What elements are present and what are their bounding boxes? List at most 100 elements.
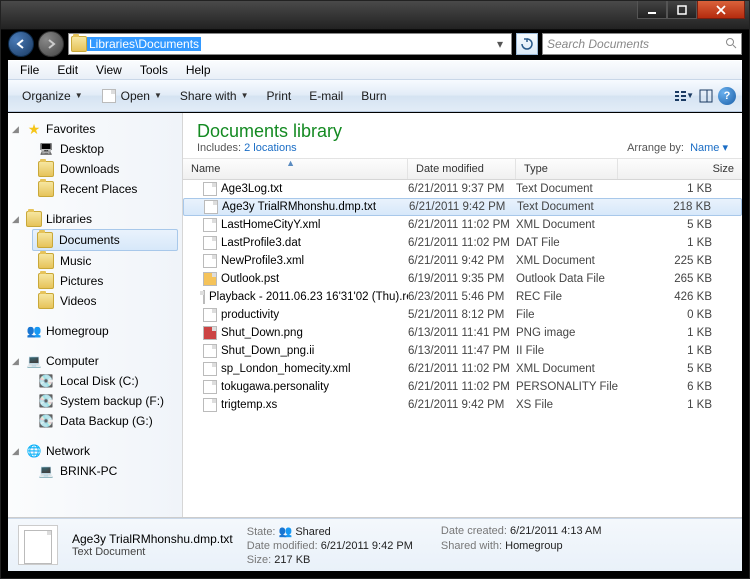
title-bar[interactable] [1,1,749,29]
col-date[interactable]: Date modified [408,159,516,179]
forward-button [38,31,64,57]
file-row[interactable]: Shut_Down.png6/13/2011 11:41 PMPNG image… [183,324,742,342]
includes-label: Includes: [197,142,241,154]
includes-link[interactable]: 2 locations [244,142,297,154]
file-row[interactable]: LastHomeCityY.xml6/21/2011 11:02 PMXML D… [183,216,742,234]
file-row[interactable]: Playback - 2011.06.23 16'31'02 (Thu).rec… [183,288,742,306]
preview-pane-button[interactable] [696,86,716,106]
file-size: 1 KB [618,399,742,411]
desktop-icon: 🖥 [38,141,54,157]
address-dropdown-icon[interactable]: ▾ [491,37,509,51]
file-name: Age3y TrialRMhonshu.dmp.txt [222,201,376,213]
search-placeholder: Search Documents [547,37,649,51]
computer-header[interactable]: ◢💻Computer [8,351,182,371]
file-row[interactable]: Shut_Down_png.ii6/13/2011 11:47 PMII Fil… [183,342,742,360]
documents-icon [37,232,53,248]
file-type: Text Document [516,183,618,195]
share-with-button[interactable]: Share with▼ [172,86,257,106]
file-type: File [516,309,618,321]
file-type: XML Document [516,255,618,267]
file-icon [203,380,217,394]
burn-button[interactable]: Burn [353,86,394,106]
search-icon [725,37,737,52]
menu-view[interactable]: View [88,61,130,79]
col-size[interactable]: Size [618,159,742,179]
network-header[interactable]: ◢🌐Network [8,441,182,461]
file-size: 1 KB [618,183,742,195]
music-icon [38,253,54,269]
sort-ascending-icon: ▲ [286,158,295,168]
file-row[interactable]: Age3y TrialRMhonshu.dmp.txt 6/21/2011 9:4… [183,198,742,216]
close-button[interactable] [697,1,745,19]
file-icon [203,326,217,340]
file-type: XS File [516,399,618,411]
file-date: 6/23/2011 5:46 PM [408,291,516,303]
nav-system-backup[interactable]: 💽System backup (F:) [8,391,182,411]
email-button[interactable]: E-mail [301,86,351,106]
file-type: REC File [516,291,618,303]
file-date: 6/13/2011 11:41 PM [408,327,516,339]
file-name: tokugawa.personality [221,381,329,393]
nav-brink-pc[interactable]: 💻BRINK-PC [8,461,182,481]
help-button[interactable]: ? [718,87,736,105]
libraries-header[interactable]: ◢Libraries [8,209,182,229]
menu-edit[interactable]: Edit [49,61,86,79]
maximize-button[interactable] [667,1,697,19]
file-type: II File [516,345,618,357]
file-name: sp_London_homecity.xml [221,363,351,375]
file-size: 218 KB [619,201,741,213]
file-type: XML Document [516,363,618,375]
file-row[interactable]: tokugawa.personality6/21/2011 11:02 PMPE… [183,378,742,396]
col-type[interactable]: Type [516,159,618,179]
menu-file[interactable]: File [12,61,47,79]
file-row[interactable]: NewProfile3.xml6/21/2011 9:42 PMXML Docu… [183,252,742,270]
nav-documents[interactable]: Documents [32,229,178,251]
nav-pictures[interactable]: Pictures [8,271,182,291]
file-row[interactable]: LastProfile3.dat6/21/2011 11:02 PMDAT Fi… [183,234,742,252]
details-filetype: Text Document [72,546,233,558]
file-size: 0 KB [618,309,742,321]
organize-button[interactable]: Organize▼ [14,86,91,106]
file-row[interactable]: sp_London_homecity.xml6/21/2011 11:02 PM… [183,360,742,378]
arrange-by[interactable]: Arrange by: Name ▾ [627,141,728,154]
file-size: 426 KB [618,291,742,303]
file-size: 5 KB [618,219,742,231]
nav-music[interactable]: Music [8,251,182,271]
file-icon [203,236,217,250]
print-button[interactable]: Print [259,86,300,106]
view-options-button[interactable]: ▼ [674,86,694,106]
address-bar[interactable]: Libraries\Documents ▾ [68,33,512,55]
file-row[interactable]: Outlook.pst6/19/2011 9:35 PMOutlook Data… [183,270,742,288]
file-date: 6/21/2011 9:42 PM [409,201,517,213]
homegroup-header[interactable]: ◢👥Homegroup [8,321,182,341]
file-date: 6/21/2011 9:42 PM [408,255,516,267]
search-box[interactable]: Search Documents [542,33,742,55]
refresh-button[interactable] [516,33,538,55]
pictures-icon [38,273,54,289]
open-button[interactable]: Open▼ [93,85,170,107]
file-thumbnail [18,525,58,565]
file-row[interactable]: productivity5/21/2011 8:12 PMFile0 KB [183,306,742,324]
nav-local-disk[interactable]: 💽Local Disk (C:) [8,371,182,391]
file-date: 6/21/2011 9:37 PM [408,183,516,195]
file-date: 6/21/2011 11:02 PM [408,237,516,249]
nav-downloads[interactable]: Downloads [8,159,182,179]
file-size: 6 KB [618,381,742,393]
menu-help[interactable]: Help [178,61,219,79]
file-row[interactable]: trigtemp.xs6/21/2011 9:42 PMXS File1 KB [183,396,742,414]
file-row[interactable]: Age3Log.txt6/21/2011 9:37 PMText Documen… [183,180,742,198]
nav-desktop[interactable]: 🖥Desktop [8,139,182,159]
libraries-icon [26,211,42,227]
nav-data-backup[interactable]: 💽Data Backup (G:) [8,411,182,431]
file-list[interactable]: Age3Log.txt6/21/2011 9:37 PMText Documen… [183,180,742,517]
file-icon [203,362,217,376]
favorites-header[interactable]: ◢★Favorites [8,119,182,139]
nav-videos[interactable]: Videos [8,291,182,311]
nav-recent[interactable]: Recent Places [8,179,182,199]
library-title: Documents library [197,121,342,142]
file-name: Outlook.pst [221,273,279,285]
menu-tools[interactable]: Tools [132,61,176,79]
minimize-button[interactable] [637,1,667,19]
back-button[interactable] [8,31,34,57]
col-name[interactable]: Name▲ [183,159,408,179]
